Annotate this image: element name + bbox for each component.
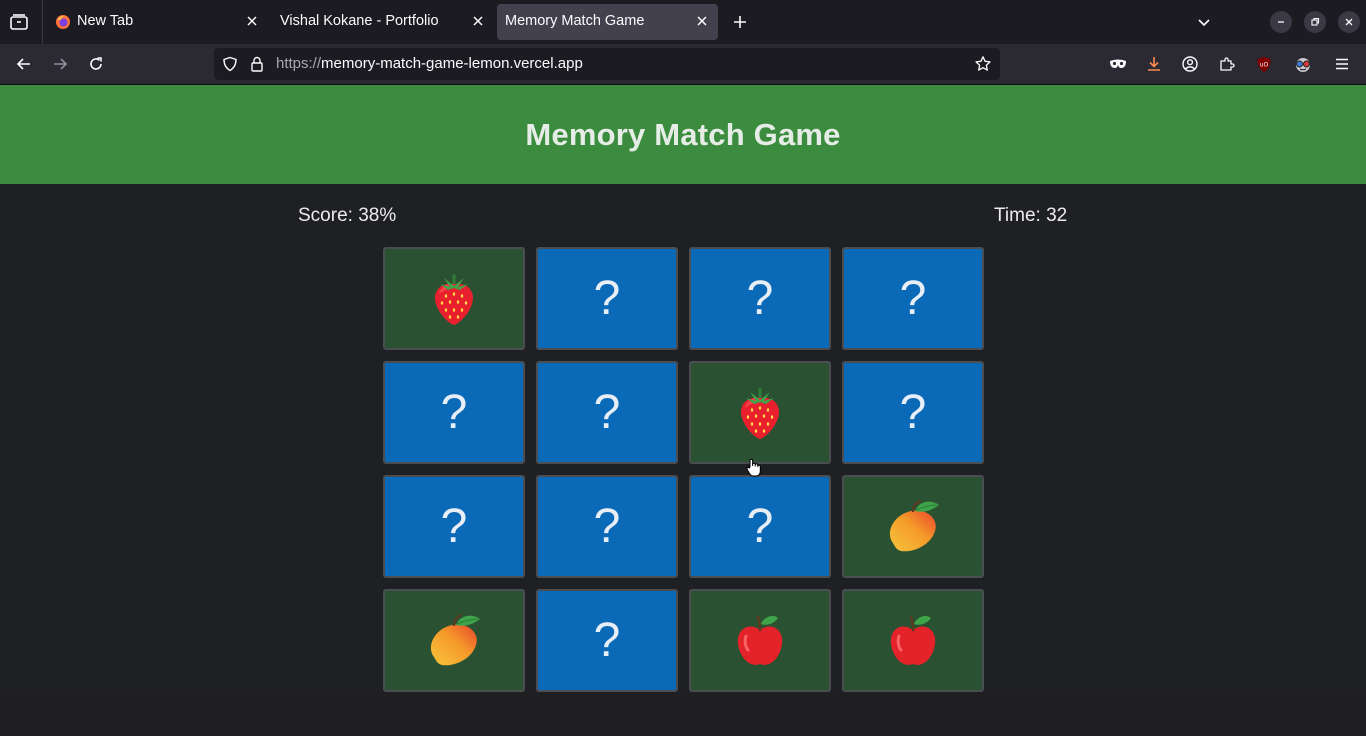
apple-icon	[890, 615, 936, 665]
ublock-shield-icon: uO	[1257, 56, 1271, 72]
close-tab-icon[interactable]	[470, 13, 486, 29]
window-bottom-strip	[0, 693, 1366, 736]
private-browsing-button[interactable]	[1106, 52, 1130, 76]
ublock-origin-button[interactable]: uO	[1252, 52, 1276, 76]
memory-card-mango[interactable]	[842, 475, 984, 578]
lock-icon[interactable]	[250, 56, 264, 72]
restore-window-button[interactable]	[1304, 11, 1326, 33]
page-header: Memory Match Game	[0, 85, 1366, 184]
url-text[interactable]: https://memory-match-game-lemon.vercel.a…	[276, 55, 583, 72]
memory-card-hidden[interactable]: ?	[689, 247, 831, 350]
question-mark: ?	[899, 385, 927, 439]
tab-new-tab[interactable]: New Tab	[46, 4, 268, 40]
page-title: Memory Match Game	[525, 116, 841, 152]
strawberry-icon	[740, 387, 780, 439]
forward-button[interactable]	[48, 52, 72, 76]
tab-title: New Tab	[77, 13, 134, 29]
mango-icon	[430, 613, 480, 665]
tab-title: Memory Match Game	[505, 13, 645, 29]
extensions-button[interactable]	[1215, 52, 1239, 76]
arrow-right-icon	[54, 58, 68, 70]
memory-card-hidden[interactable]: ?	[536, 475, 678, 578]
memory-card-hidden[interactable]: ?	[383, 361, 525, 464]
list-all-tabs-button[interactable]	[1193, 10, 1215, 34]
tab-separator	[42, 0, 43, 44]
tab-strip: New Tab Vishal Kokane - Portfolio Memory…	[0, 0, 1366, 44]
memory-card-hidden[interactable]: ?	[383, 475, 525, 578]
mask-icon	[1110, 59, 1126, 68]
memory-card-apple[interactable]	[842, 589, 984, 692]
shield-icon[interactable]	[222, 56, 238, 72]
url-scheme: https://	[276, 55, 322, 72]
svg-text:uO: uO	[1260, 61, 1269, 68]
account-icon	[1182, 56, 1198, 72]
app-menu-button[interactable]	[1330, 52, 1354, 76]
question-mark: ?	[746, 499, 774, 553]
memory-card-mango[interactable]	[383, 589, 525, 692]
account-button[interactable]	[1178, 52, 1202, 76]
question-mark: ?	[440, 499, 468, 553]
strawberry-icon	[434, 273, 474, 325]
memory-card-strawberry[interactable]	[689, 361, 831, 464]
hamburger-menu-icon	[1336, 58, 1348, 70]
question-mark: ?	[746, 271, 774, 325]
time-display: Time: 32	[994, 205, 1068, 226]
apple-icon	[737, 615, 783, 665]
question-mark: ?	[593, 385, 621, 439]
minimize-icon	[1278, 21, 1284, 23]
memory-card-hidden[interactable]: ?	[536, 247, 678, 350]
score-display: Score: 38%	[298, 205, 397, 226]
memory-card-hidden[interactable]: ?	[536, 361, 678, 464]
close-icon	[1345, 18, 1353, 26]
firefox-view-icon	[10, 14, 28, 30]
minimize-window-button[interactable]	[1270, 11, 1292, 33]
hand-cursor-icon	[746, 458, 761, 477]
navigation-toolbar: https://memory-match-game-lemon.vercel.a…	[0, 44, 1366, 85]
tab-title: Vishal Kokane - Portfolio	[280, 13, 439, 29]
question-mark: ?	[440, 385, 468, 439]
firefox-view-button[interactable]	[8, 12, 30, 32]
arrow-left-icon	[16, 58, 30, 70]
bookmark-star-icon[interactable]	[974, 55, 992, 73]
back-button[interactable]	[12, 52, 36, 76]
memory-card-hidden[interactable]: ?	[842, 247, 984, 350]
reload-icon	[90, 57, 102, 70]
reload-button[interactable]	[84, 52, 108, 76]
close-window-button[interactable]	[1338, 11, 1360, 33]
tab-memory-match[interactable]: Memory Match Game	[497, 4, 718, 40]
question-mark: ?	[593, 613, 621, 667]
chevron-down-icon	[1198, 19, 1210, 27]
download-icon	[1148, 57, 1160, 71]
memory-card-strawberry[interactable]	[383, 247, 525, 350]
memory-card-hidden[interactable]: ?	[536, 589, 678, 692]
page-content: Memory Match Game Score: 38% Time: 32 ??…	[0, 85, 1366, 693]
glasses-face-icon	[1296, 58, 1310, 72]
puzzle-icon	[1220, 57, 1235, 71]
question-mark: ?	[899, 271, 927, 325]
memory-card-hidden[interactable]: ?	[689, 475, 831, 578]
tab-portfolio[interactable]: Vishal Kokane - Portfolio	[272, 4, 494, 40]
question-mark: ?	[593, 499, 621, 553]
plus-icon	[734, 16, 746, 28]
downloads-button[interactable]	[1142, 52, 1166, 76]
url-bar[interactable]: https://memory-match-game-lemon.vercel.a…	[214, 48, 1000, 80]
restore-icon	[1311, 17, 1320, 26]
url-host: memory-match-game-lemon.vercel.app	[321, 55, 583, 72]
close-tab-icon[interactable]	[694, 13, 710, 29]
mango-icon	[889, 499, 939, 551]
firefox-favicon-icon	[56, 15, 70, 29]
close-tab-icon[interactable]	[244, 13, 260, 29]
new-tab-button[interactable]	[728, 10, 752, 34]
memory-card-apple[interactable]	[689, 589, 831, 692]
extension-face-button[interactable]	[1290, 52, 1316, 76]
question-mark: ?	[593, 271, 621, 325]
memory-card-hidden[interactable]: ?	[842, 361, 984, 464]
